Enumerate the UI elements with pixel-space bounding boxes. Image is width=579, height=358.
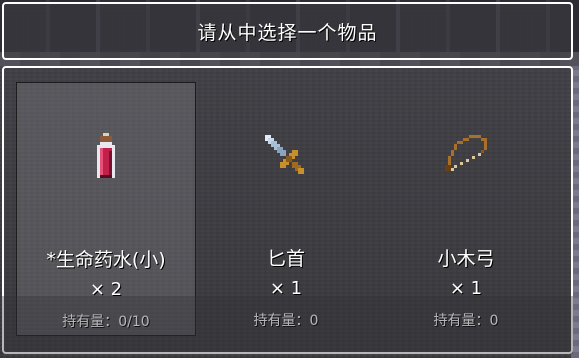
item-quantity: × 1: [269, 278, 303, 299]
item-owned-count: 持有量：0/10: [62, 314, 150, 330]
item-name: 匕首: [266, 248, 305, 270]
item-slot-dagger[interactable]: 匕首 × 1 持有量：0: [196, 82, 376, 336]
item-name: 小木弓: [437, 248, 495, 270]
dialog-title: 请从中选择一个物品: [197, 21, 378, 44]
item-name: *生命药水(小): [46, 249, 166, 271]
item-quantity: × 2: [89, 279, 123, 300]
wooden-bow-icon: [442, 132, 490, 180]
item-owned-count: 持有量：0: [433, 313, 499, 329]
health-potion-icon: [82, 133, 130, 181]
item-owned-count: 持有量：0: [253, 313, 319, 329]
item-slot-health-potion[interactable]: *生命药水(小) × 2 持有量：0/10: [16, 82, 196, 336]
dagger-icon: [262, 132, 310, 180]
item-quantity: × 1: [449, 278, 483, 299]
title-window: 请从中选择一个物品: [2, 2, 573, 60]
item-selection-window: *生命药水(小) × 2 持有量：0/10 匕首 × 1 持有量：0 小木弓 ×…: [2, 66, 573, 354]
item-slot-wooden-bow[interactable]: 小木弓 × 1 持有量：0: [376, 82, 556, 336]
